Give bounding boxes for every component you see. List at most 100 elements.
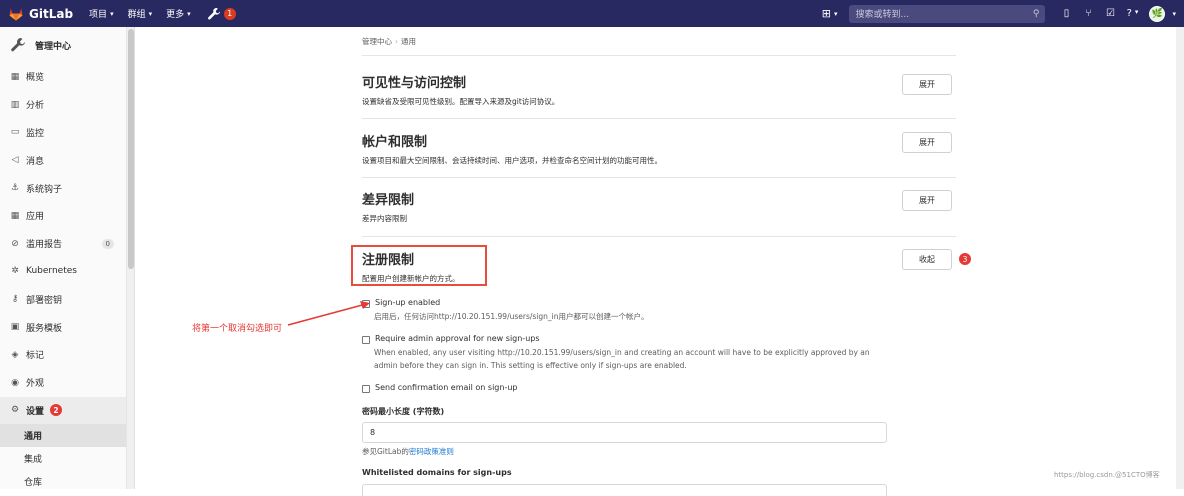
section-desc: 设置缺省及受限可见性级别。配置导入来源及git访问协议。: [362, 97, 560, 106]
issues-check-icon[interactable]: ☑: [1099, 8, 1121, 19]
section-visibility: 可见性与访问控制 设置缺省及受限可见性级别。配置导入来源及git访问协议。 展开: [362, 72, 956, 107]
avatar[interactable]: 🌿: [1149, 5, 1166, 22]
password-help: 参见GitLab的密码政策准则: [362, 447, 454, 456]
whitelist-textarea[interactable]: [362, 484, 887, 496]
sidebar-item-settings[interactable]: ⚙ 设置 2: [0, 396, 126, 425]
sidebar: 管理中心 ▦ 概览 ▥ 分析 ▭ 监控 ◁ 消息 ⚓ 系统钩子 ▦ 应用 ⊘ 滥用报告 0 ✲ K…: [0, 27, 127, 489]
todo-icon[interactable]: ▯: [1055, 8, 1077, 19]
nav-groups[interactable]: 群组 ▾: [128, 7, 153, 21]
wrench-icon: [11, 38, 25, 52]
gitlab-logo[interactable]: GitLab: [8, 6, 89, 22]
scrollbar-thumb[interactable]: [128, 29, 134, 269]
sidebar-subitem-general[interactable]: 通用: [0, 424, 126, 448]
main-content: 管理中心 › 通用 可见性与访问控制 设置缺省及受限可见性级别。配置导入来源及git…: [136, 27, 1184, 496]
wrench-icon: [207, 7, 220, 20]
template-icon: ▣: [10, 322, 20, 333]
sidebar-item-deploy-keys[interactable]: ⚷ 部署密钥: [0, 285, 126, 313]
sidebar-item-applications[interactable]: ▦ 应用: [0, 202, 126, 230]
sidebar-scrollbar[interactable]: [127, 27, 135, 489]
label-icon: ◈: [11, 349, 19, 360]
checkbox-help: When enabled, any user visiting http://1…: [374, 348, 870, 370]
appearance-icon: ◉: [11, 377, 19, 388]
sidebar-item-monitoring[interactable]: ▭ 监控: [0, 119, 126, 147]
brand-name: GitLab: [29, 6, 74, 21]
sidebar-item-kubernetes[interactable]: ✲ Kubernetes: [0, 258, 126, 286]
divider: [362, 236, 956, 237]
chevron-down-icon: ▾: [1134, 8, 1139, 16]
password-length-label: 密码最小长度 (字符数): [362, 407, 445, 416]
sidebar-item-appearance[interactable]: ◉ 外观: [0, 369, 126, 397]
checkbox-help: 启用后，任何访问http://10.20.151.99/users/sign_i…: [374, 312, 649, 321]
grid-icon: ▦: [10, 71, 20, 82]
chevron-down-icon: ▾: [110, 9, 114, 18]
apps-icon: ▦: [10, 210, 20, 221]
search-input[interactable]: 搜索或转到... ⚲: [849, 4, 1046, 23]
gitlab-tanuki-icon: [9, 8, 23, 20]
sidebar-item-messages[interactable]: ◁ 消息: [0, 146, 126, 174]
sidebar-item-labels[interactable]: ◈ 标记: [0, 341, 126, 369]
breadcrumb-current[interactable]: 通用: [401, 37, 416, 46]
section-diff-limits: 差异限制 差异内容限制 展开: [362, 189, 956, 224]
chevron-down-icon[interactable]: ▾: [1172, 10, 1176, 18]
sidebar-item-overview[interactable]: ▦ 概览: [0, 63, 126, 91]
annotation-text: 将第一个取消勾选即可: [192, 324, 283, 334]
monitor-icon: ▭: [10, 127, 20, 138]
sidebar-header[interactable]: 管理中心: [0, 27, 126, 63]
gear-icon: ⚙: [10, 405, 20, 416]
collapse-button[interactable]: 收起: [902, 249, 952, 270]
breadcrumb: 管理中心 › 通用: [362, 37, 416, 46]
divider: [362, 55, 956, 56]
admin-area-link[interactable]: 1: [205, 7, 236, 21]
step-badge-1: 1: [223, 7, 236, 20]
expand-button[interactable]: 展开: [902, 132, 952, 153]
step-badge-2: 2: [50, 404, 63, 417]
abuse-icon: ⊘: [11, 238, 19, 249]
section-desc: 设置项目和最大空间限制、会话持续时间、用户选项，并检查命名空间计划的功能可用性。: [362, 156, 662, 165]
section-desc: 差异内容限制: [362, 214, 407, 223]
step-badge-3: 3: [959, 253, 971, 265]
chart-icon: ▥: [10, 99, 20, 110]
annotation-arrow: [287, 301, 370, 326]
admin-approval-checkbox[interactable]: Require admin approval for new sign-ups: [362, 334, 540, 344]
sidebar-item-analytics[interactable]: ▥ 分析: [0, 91, 126, 119]
password-policy-link[interactable]: 密码政策准则: [409, 447, 454, 456]
chevron-down-icon: ▾: [833, 9, 838, 18]
section-title: 差异限制: [362, 193, 415, 208]
help-icon[interactable]: ? ▾: [1121, 8, 1143, 19]
sidebar-item-abuse-reports[interactable]: ⊘ 滥用报告 0: [0, 230, 126, 258]
section-title: 帐户和限制: [362, 135, 428, 150]
top-navbar: GitLab 项目 ▾ 群组 ▾ 更多 ▾ 1 ⊞ ▾ 搜索或转到... ⚲ ▯ ⑂ ☑…: [0, 0, 1184, 27]
password-length-input[interactable]: 8: [362, 422, 887, 443]
megaphone-icon: ◁: [11, 155, 19, 166]
count-badge: 0: [101, 238, 114, 249]
kubernetes-icon: ✲: [11, 266, 19, 277]
sidebar-subitem-repository[interactable]: 仓库: [0, 470, 126, 493]
page-scrollbar[interactable]: [1176, 27, 1184, 489]
sidebar-subitem-integrations[interactable]: 集成: [0, 447, 126, 470]
watermark: https://blog.csdn.@51CTO博客: [1054, 471, 1160, 479]
checkbox-label: Send confirmation email on sign-up: [375, 383, 518, 392]
checkbox-label: Require admin approval for new sign-ups: [375, 334, 540, 343]
merge-request-icon[interactable]: ⑂: [1077, 8, 1099, 19]
checkbox[interactable]: [362, 336, 370, 344]
new-item-button[interactable]: ⊞ ▾: [822, 7, 838, 20]
key-icon: ⚷: [11, 294, 19, 305]
breadcrumb-admin[interactable]: 管理中心: [362, 37, 392, 46]
checkbox[interactable]: [362, 385, 370, 393]
divider: [362, 177, 956, 178]
sidebar-item-service-templates[interactable]: ▣ 服务模板: [0, 313, 126, 341]
divider: [362, 118, 956, 119]
search-placeholder: 搜索或转到...: [855, 10, 910, 20]
nav-more[interactable]: 更多 ▾: [166, 7, 191, 21]
search-icon: ⚲: [1032, 8, 1040, 19]
nav-projects[interactable]: 项目 ▾: [89, 7, 114, 21]
checkbox-label: Sign-up enabled: [375, 298, 441, 307]
section-title: 可见性与访问控制: [362, 76, 467, 91]
highlight-box: [351, 245, 487, 286]
sidebar-item-system-hooks[interactable]: ⚓ 系统钩子: [0, 174, 126, 202]
expand-button[interactable]: 展开: [902, 74, 952, 95]
confirmation-email-checkbox[interactable]: Send confirmation email on sign-up: [362, 383, 518, 393]
expand-button[interactable]: 展开: [902, 190, 952, 211]
chevron-down-icon: ▾: [148, 9, 153, 18]
whitelist-label: Whitelisted domains for sign-ups: [362, 468, 512, 477]
